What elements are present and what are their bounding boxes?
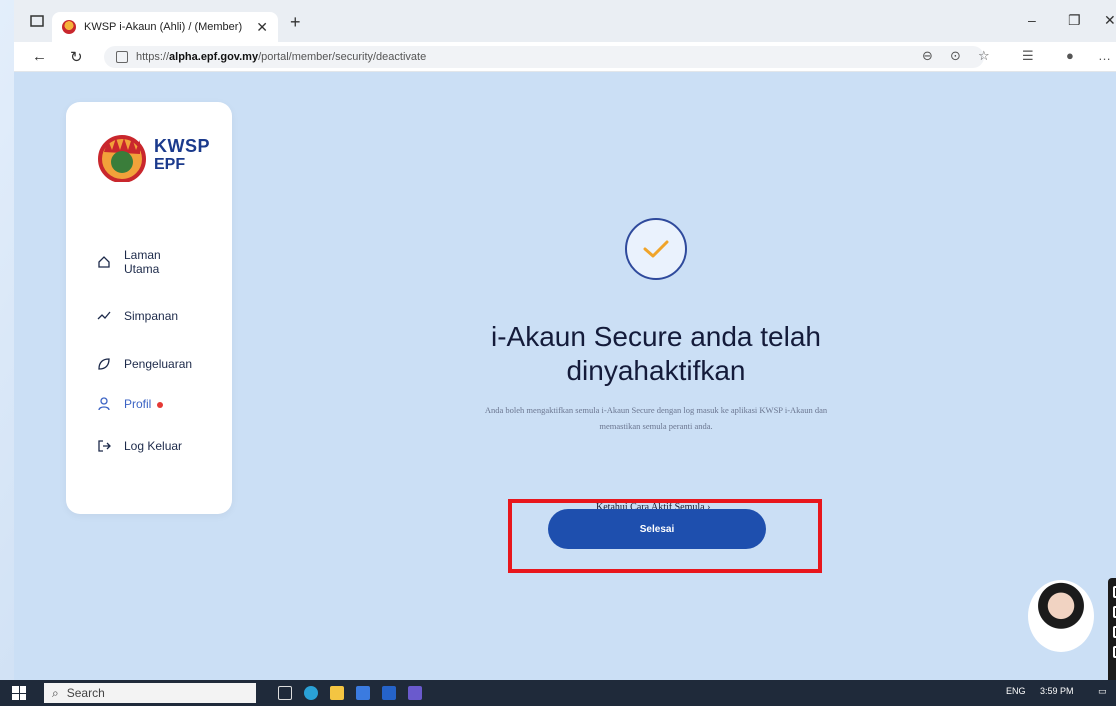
page-viewport: KWSP EPF Laman Utama Simpanan Pengeluara… [14, 72, 1116, 696]
close-tab-icon[interactable]: ✕ [256, 19, 268, 36]
page-title: i-Akaun Secure anda telah dinyahaktifkan [491, 321, 821, 386]
notifications-icon[interactable]: ▭ [1098, 686, 1107, 697]
tab-title: KWSP i-Akaun (Ahli) / (Member) [84, 21, 243, 33]
kwsp-favicon-icon [62, 20, 76, 34]
teams-icon[interactable] [408, 686, 422, 700]
refresh-icon[interactable]: ↻ [70, 48, 83, 66]
outlook-icon[interactable] [382, 686, 396, 700]
page-info-icon[interactable] [116, 51, 128, 63]
store-icon[interactable] [356, 686, 370, 700]
clock[interactable]: 3:59 PM [1040, 686, 1074, 696]
notification-dot [157, 401, 164, 408]
screen-recorder-toolbar[interactable] [1108, 578, 1116, 696]
sidebar-item-pengeluaran[interactable]: Pengeluaran [96, 356, 192, 372]
annotation-highlight-box [508, 499, 822, 573]
url-text: https://alpha.epf.gov.my/portal/member/s… [136, 51, 427, 63]
new-tab-icon[interactable]: + [290, 12, 301, 33]
browser-window: KWSP i-Akaun (Ahli) / (Member) ✕ + – ❐ ✕… [14, 0, 1116, 696]
kwsp-emblem-icon [98, 135, 146, 183]
url-bar[interactable]: https://alpha.epf.gov.my/portal/member/s… [104, 46, 984, 68]
favorites-icon[interactable]: ☰ [1022, 48, 1034, 64]
trend-icon [96, 308, 112, 324]
address-row: ← ↻ https://alpha.epf.gov.my/portal/memb… [14, 42, 1116, 72]
file-explorer-icon[interactable] [330, 686, 344, 700]
sidebar-item-profil[interactable]: Profil [96, 396, 164, 412]
sidebar-item-laman-utama[interactable]: Laman Utama [96, 248, 184, 276]
tab-bar: KWSP i-Akaun (Ahli) / (Member) ✕ + – ❐ ✕ [14, 0, 1116, 42]
windows-taskbar: ⌕ Search ENG 3:59 PM ▭ [0, 680, 1116, 706]
windows-start-icon[interactable] [12, 686, 26, 700]
tab-kwsp[interactable]: KWSP i-Akaun (Ahli) / (Member) ✕ [52, 12, 278, 42]
minimize-icon[interactable]: – [1028, 12, 1036, 28]
presenter-avatar [1028, 580, 1094, 652]
description-text: Anda boleh mengaktifkan semula i-Akaun S… [484, 405, 828, 431]
kwsp-wordmark: KWSP EPF [154, 136, 210, 173]
favorite-star-icon[interactable]: ☆ [978, 48, 990, 64]
sidebar: KWSP EPF Laman Utama Simpanan Pengeluara… [66, 102, 232, 514]
success-check-icon [625, 218, 687, 280]
zoom-icon[interactable]: ⊖ [922, 48, 933, 64]
taskbar-search[interactable]: ⌕ Search [44, 683, 256, 703]
leaf-icon [96, 356, 112, 372]
edge-icon[interactable] [304, 686, 318, 700]
language-indicator[interactable]: ENG [1006, 686, 1026, 696]
logout-icon [96, 438, 112, 454]
read-aloud-icon[interactable]: ⊙ [950, 48, 961, 64]
search-icon: ⌕ [52, 685, 59, 700]
home-icon [96, 254, 112, 270]
kwsp-logo: KWSP EPF [96, 132, 216, 183]
user-icon [96, 396, 112, 412]
sidebar-item-simpanan[interactable]: Simpanan [96, 308, 178, 324]
more-menu-icon[interactable]: … [1098, 48, 1111, 63]
back-icon[interactable]: ← [32, 48, 47, 65]
restore-icon[interactable]: ❐ [1068, 12, 1081, 29]
window-menu-icon[interactable] [28, 12, 46, 30]
sidebar-item-log-keluar[interactable]: Log Keluar [96, 438, 182, 454]
sidebar-item-label: Profil [124, 397, 164, 411]
close-window-icon[interactable]: ✕ [1104, 12, 1116, 29]
profile-avatar-icon[interactable]: ● [1066, 48, 1074, 63]
task-view-icon[interactable] [278, 686, 292, 700]
